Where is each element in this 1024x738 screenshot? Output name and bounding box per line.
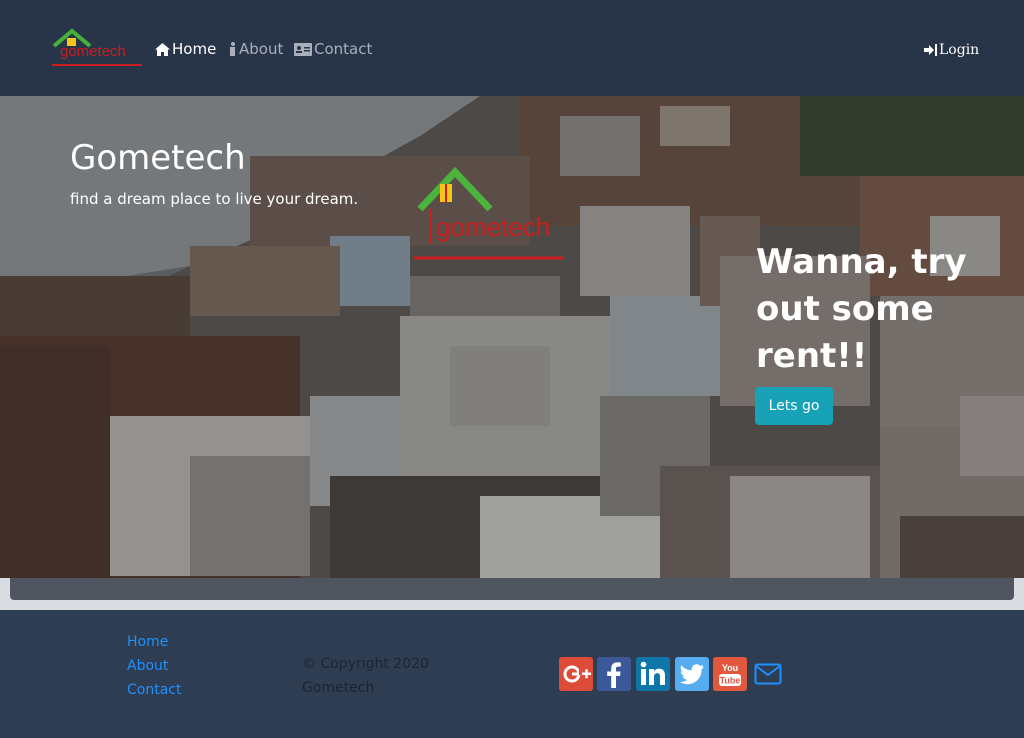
login-label: Login: [939, 42, 980, 58]
hero-subtitle: find a dream place to live your dream.: [70, 190, 359, 208]
mail-icon[interactable]: [754, 662, 782, 686]
cta-heading: Wanna, try out some rent!!: [756, 242, 967, 376]
twitter-icon[interactable]: [675, 657, 709, 691]
footer-link-about[interactable]: About: [127, 656, 168, 676]
nav-about-label: About: [239, 40, 284, 58]
footer-link-home[interactable]: Home: [127, 632, 168, 652]
google-plus-icon[interactable]: [559, 657, 593, 691]
brand-logo[interactable]: gometech: [50, 26, 146, 70]
hero-bottom-bar: [10, 578, 1014, 600]
contact-card-icon: [294, 42, 312, 56]
info-icon: [230, 42, 235, 56]
hero-logo-text: gometech: [436, 212, 550, 242]
svg-text:Tube: Tube: [720, 676, 741, 686]
linkedin-icon[interactable]: [636, 657, 670, 691]
hero-logo: gometech: [414, 166, 564, 260]
hero-title: Gometech: [70, 138, 246, 178]
brand-text: gometech: [60, 43, 126, 60]
home-icon: [155, 42, 170, 56]
nav-contact-label: Contact: [314, 40, 373, 58]
nav-contact[interactable]: Contact: [294, 39, 372, 59]
hero-section: gometech Gometech find a dream place to …: [0, 96, 1024, 610]
nav-home-label: Home: [172, 40, 217, 58]
lets-go-button[interactable]: Lets go: [755, 387, 833, 425]
svg-text:You: You: [722, 663, 738, 673]
login-link[interactable]: Login: [924, 40, 979, 60]
copyright-text: © Copyright 2020 Gometech: [302, 656, 429, 696]
footer: Home About Contact © Copyright 2020 Gome…: [0, 610, 1024, 738]
nav-home[interactable]: Home: [155, 39, 216, 59]
navbar: gometech Home About Contact Login: [0, 0, 1024, 96]
youtube-icon[interactable]: You Tube: [713, 657, 747, 691]
footer-link-contact[interactable]: Contact: [127, 680, 181, 700]
nav-about[interactable]: About: [229, 39, 283, 59]
sign-in-icon: [924, 44, 937, 56]
facebook-icon[interactable]: [597, 657, 631, 691]
hero-banner: gometech Gometech find a dream place to …: [0, 96, 1024, 578]
